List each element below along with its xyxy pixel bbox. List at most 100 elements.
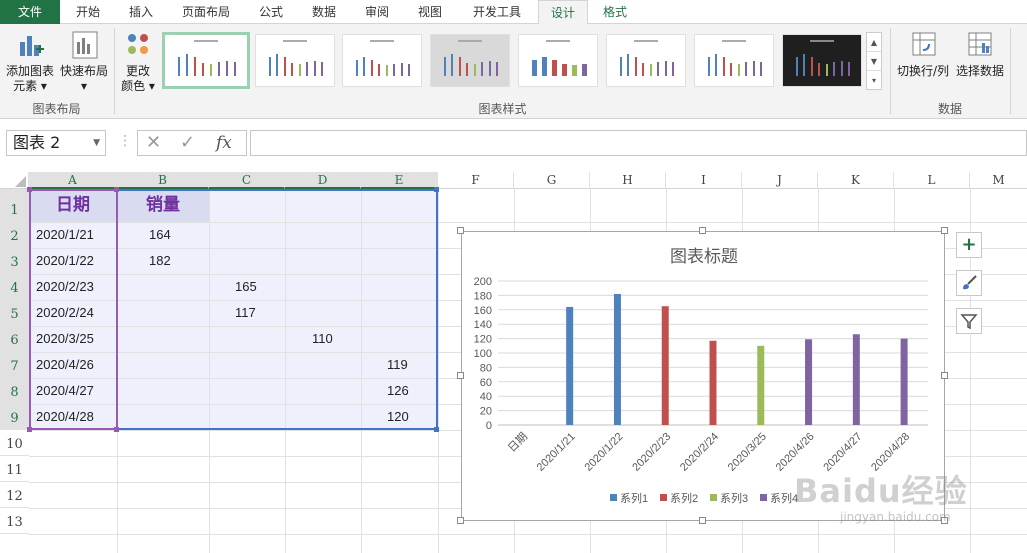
chart-style-1[interactable] (162, 32, 250, 89)
insert-function-icon[interactable]: fx (216, 131, 232, 155)
column-header-l[interactable]: L (894, 172, 970, 189)
column-header-j[interactable]: J (742, 172, 818, 189)
chart-resize-handle[interactable] (457, 517, 464, 524)
row-header-5[interactable]: 5 (0, 300, 29, 326)
chart-resize-handle[interactable] (699, 227, 706, 234)
chart-style-3[interactable] (342, 34, 422, 87)
y-tick-label: 140 (474, 319, 492, 331)
column-header-i[interactable]: I (666, 172, 742, 189)
chart-style-8[interactable] (782, 34, 862, 87)
x-tick-label: 2020/1/22 (582, 431, 625, 474)
name-box[interactable]: 图表 2 ▼ (6, 130, 106, 156)
tab-insert[interactable]: 插入 (116, 0, 166, 24)
category-range (29, 189, 118, 430)
formula-bar-grip-icon: ⋮ (118, 133, 132, 149)
column-header-b[interactable]: B (117, 172, 209, 189)
range-handle[interactable] (27, 427, 32, 432)
chart-resize-handle[interactable] (941, 227, 948, 234)
row-header-3[interactable]: 3 (0, 248, 29, 274)
row-header-1[interactable]: 1 (0, 189, 29, 222)
tab-design[interactable]: 设计 (538, 0, 588, 25)
name-box-dropdown-icon[interactable]: ▼ (93, 131, 100, 155)
row-header-4[interactable]: 4 (0, 274, 29, 300)
y-tick-label: 100 (474, 348, 492, 360)
cancel-icon[interactable]: ✕ (146, 131, 161, 155)
chart-resize-handle[interactable] (699, 517, 706, 524)
range-handle[interactable] (434, 427, 439, 432)
chart-filters-button[interactable] (956, 308, 982, 334)
x-tick-label: 2020/2/24 (678, 431, 721, 474)
quick-layout-button[interactable]: 快速布局 ▾ (58, 30, 110, 94)
chart-style-2[interactable] (255, 34, 335, 87)
column-header-k[interactable]: K (818, 172, 894, 189)
chart-style-6[interactable] (606, 34, 686, 87)
column-header-d[interactable]: D (285, 172, 361, 189)
change-colors-label-2: 颜色 ▾ (121, 79, 155, 93)
column-header-c[interactable]: C (209, 172, 285, 189)
y-tick-label: 0 (486, 420, 492, 432)
row-header-9[interactable]: 9 (0, 404, 29, 430)
bar-系列4 (900, 338, 908, 425)
row-header-13[interactable]: 13 (0, 508, 29, 534)
range-handle[interactable] (27, 187, 32, 192)
row-header-10[interactable]: 10 (0, 430, 29, 456)
chart-resize-handle[interactable] (941, 372, 948, 379)
filter-icon (960, 314, 978, 330)
tab-home[interactable]: 开始 (60, 0, 116, 24)
more-styles-icon[interactable]: ▾ (867, 71, 881, 90)
tab-formulas[interactable]: 公式 (246, 0, 296, 24)
column-header-a[interactable]: A (29, 172, 117, 189)
chart-resize-handle[interactable] (457, 227, 464, 234)
switch-row-column-button[interactable]: 切换行/列 (894, 30, 952, 79)
tab-developer[interactable]: 开发工具 (458, 0, 536, 24)
legend-swatch (660, 494, 667, 501)
row-header-8[interactable]: 8 (0, 378, 29, 404)
range-handle[interactable] (114, 187, 119, 192)
bar-系列2 (709, 340, 717, 425)
scroll-down-icon[interactable]: ▼ (867, 52, 881, 71)
row-header-12[interactable]: 12 (0, 482, 29, 508)
chart-resize-handle[interactable] (457, 372, 464, 379)
chart-style-4[interactable] (430, 34, 510, 87)
brush-icon (963, 275, 977, 290)
confirm-icon[interactable]: ✓ (180, 131, 195, 155)
column-header-e[interactable]: E (361, 172, 438, 189)
change-colors-label-1: 更改 (125, 64, 150, 78)
row-header-2[interactable]: 2 (0, 222, 29, 248)
tab-file[interactable]: 文件 (0, 0, 60, 24)
formula-input[interactable] (250, 130, 1027, 156)
tab-page-layout[interactable]: 页面布局 (166, 0, 246, 24)
quick-layout-label: 快速布局 (59, 64, 108, 78)
column-header-m[interactable]: M (970, 172, 1027, 189)
switch-row-column-label: 切换行/列 (896, 64, 950, 78)
chart-styles-button[interactable] (956, 270, 982, 296)
tab-review[interactable]: 审阅 (352, 0, 402, 24)
column-header-f[interactable]: F (438, 172, 514, 189)
column-headers: A B C D E F G H I J K L M (0, 172, 1027, 189)
y-tick-label: 160 (474, 305, 492, 317)
tab-data[interactable]: 数据 (296, 0, 352, 24)
bar-系列3 (757, 345, 765, 425)
chart-style-5[interactable] (518, 34, 598, 87)
select-data-icon (968, 32, 992, 56)
chart-elements-button[interactable]: + (956, 232, 982, 258)
row-header-6[interactable]: 6 (0, 326, 29, 352)
tab-view[interactable]: 视图 (402, 0, 458, 24)
y-tick-label: 180 (474, 290, 492, 302)
row-header-11[interactable]: 11 (0, 456, 29, 482)
change-colors-button[interactable]: 更改 颜色 ▾ (118, 30, 158, 94)
column-header-h[interactable]: H (590, 172, 666, 189)
tab-format[interactable]: 格式 (590, 0, 640, 24)
range-handle[interactable] (114, 427, 119, 432)
range-handle[interactable] (434, 187, 439, 192)
scroll-up-icon[interactable]: ▲ (867, 33, 881, 52)
select-all-corner[interactable] (0, 172, 29, 189)
legend-swatch (760, 494, 767, 501)
legend-swatch (610, 494, 617, 501)
palette-icon (128, 34, 148, 54)
select-data-button[interactable]: 选择数据 (953, 30, 1007, 79)
row-header-7[interactable]: 7 (0, 352, 29, 378)
chart-style-7[interactable] (694, 34, 774, 87)
add-chart-element-button[interactable]: 添加图表 元素 ▾ (4, 30, 56, 94)
column-header-g[interactable]: G (514, 172, 590, 189)
